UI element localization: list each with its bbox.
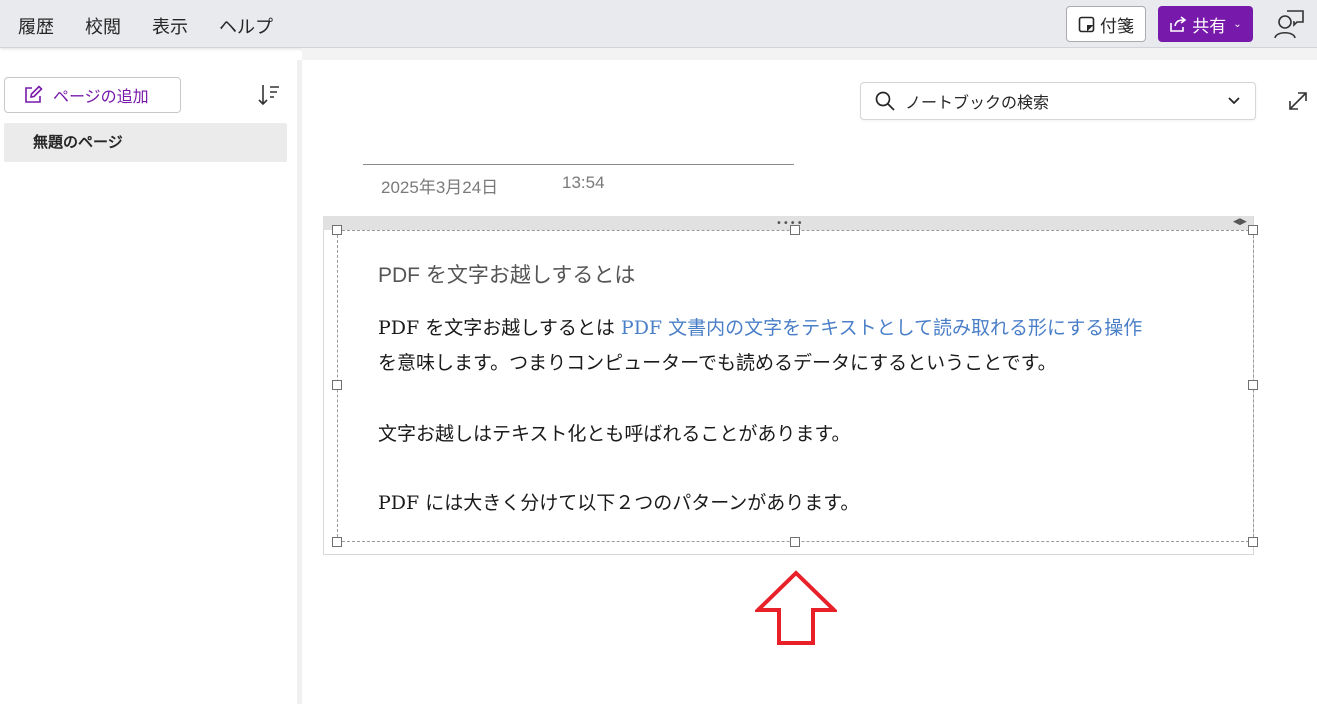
add-page-icon [25,85,43,103]
person-chat-icon[interactable] [1272,8,1306,40]
red-arrow-annotation-icon [755,570,837,645]
note-highlight-text: PDF 文書内の文字をテキストとして読み取れる形にする操作 [620,317,1143,339]
page-list-pane: ページの追加 無題のページ [0,60,297,704]
resize-handle[interactable] [790,225,800,235]
share-button[interactable]: 共有 ⌄ [1158,6,1253,42]
note-text: PDF を文字お越しするとは [378,317,621,339]
add-page-button[interactable]: ページの追加 [4,77,181,113]
menu-history[interactable]: 履歴 [18,13,54,39]
search-icon [875,91,895,111]
share-icon [1170,16,1187,32]
resize-handle[interactable] [1248,380,1258,390]
chevron-down-icon[interactable] [1226,93,1242,109]
resize-handle[interactable] [1248,537,1258,547]
page-time: 13:54 [562,173,605,192]
content-top-gap [302,48,1317,60]
expand-icon[interactable] [1285,88,1311,114]
page-date: 2025年3月24日 [381,178,499,197]
search-placeholder: ノートブックの検索 [905,93,1050,112]
resize-handle[interactable] [332,225,342,235]
page-list-item[interactable]: 無題のページ [4,123,287,162]
resize-handle[interactable] [332,537,342,547]
note-paragraph[interactable]: PDF には大きく分けて以下２つのパターンがあります。 [378,488,859,515]
sticky-note-icon [1078,16,1095,32]
add-page-label: ページの追加 [53,87,149,106]
sticky-notes-button[interactable]: 付箋 [1066,6,1146,42]
page-title-line[interactable] [363,164,794,165]
sort-icon[interactable] [256,82,282,108]
note-paragraph[interactable]: PDF を文字お越しするとは PDF 文書内の文字をテキストとして読み取れる形に… [378,313,1142,340]
resize-width-icon[interactable]: ◀▶ [1233,217,1247,227]
notebook-search-box[interactable]: ノートブックの検索 [860,82,1256,120]
note-paragraph[interactable]: 文字お越しはテキスト化とも呼ばれることがあります。 [378,419,851,446]
note-paragraph[interactable]: を意味します。つまりコンピューターでも読めるデータにするということです。 [378,348,1057,375]
menu-view[interactable]: 表示 [152,13,188,39]
sticky-notes-label: 付箋 [1100,16,1134,37]
share-label: 共有 [1192,16,1227,37]
ribbon: 履歴 校閲 表示 ヘルプ 付箋 共有 ⌄ [0,0,1317,48]
chevron-down-icon: ⌄ [1233,18,1242,30]
note-heading[interactable]: PDF を文字お越しするとは [378,259,635,289]
resize-handle[interactable] [332,380,342,390]
resize-handle[interactable] [790,537,800,547]
menu-review[interactable]: 校閲 [85,13,121,39]
pane-divider[interactable] [297,60,302,704]
resize-handle[interactable] [1248,225,1258,235]
menu-help[interactable]: ヘルプ [219,13,273,39]
